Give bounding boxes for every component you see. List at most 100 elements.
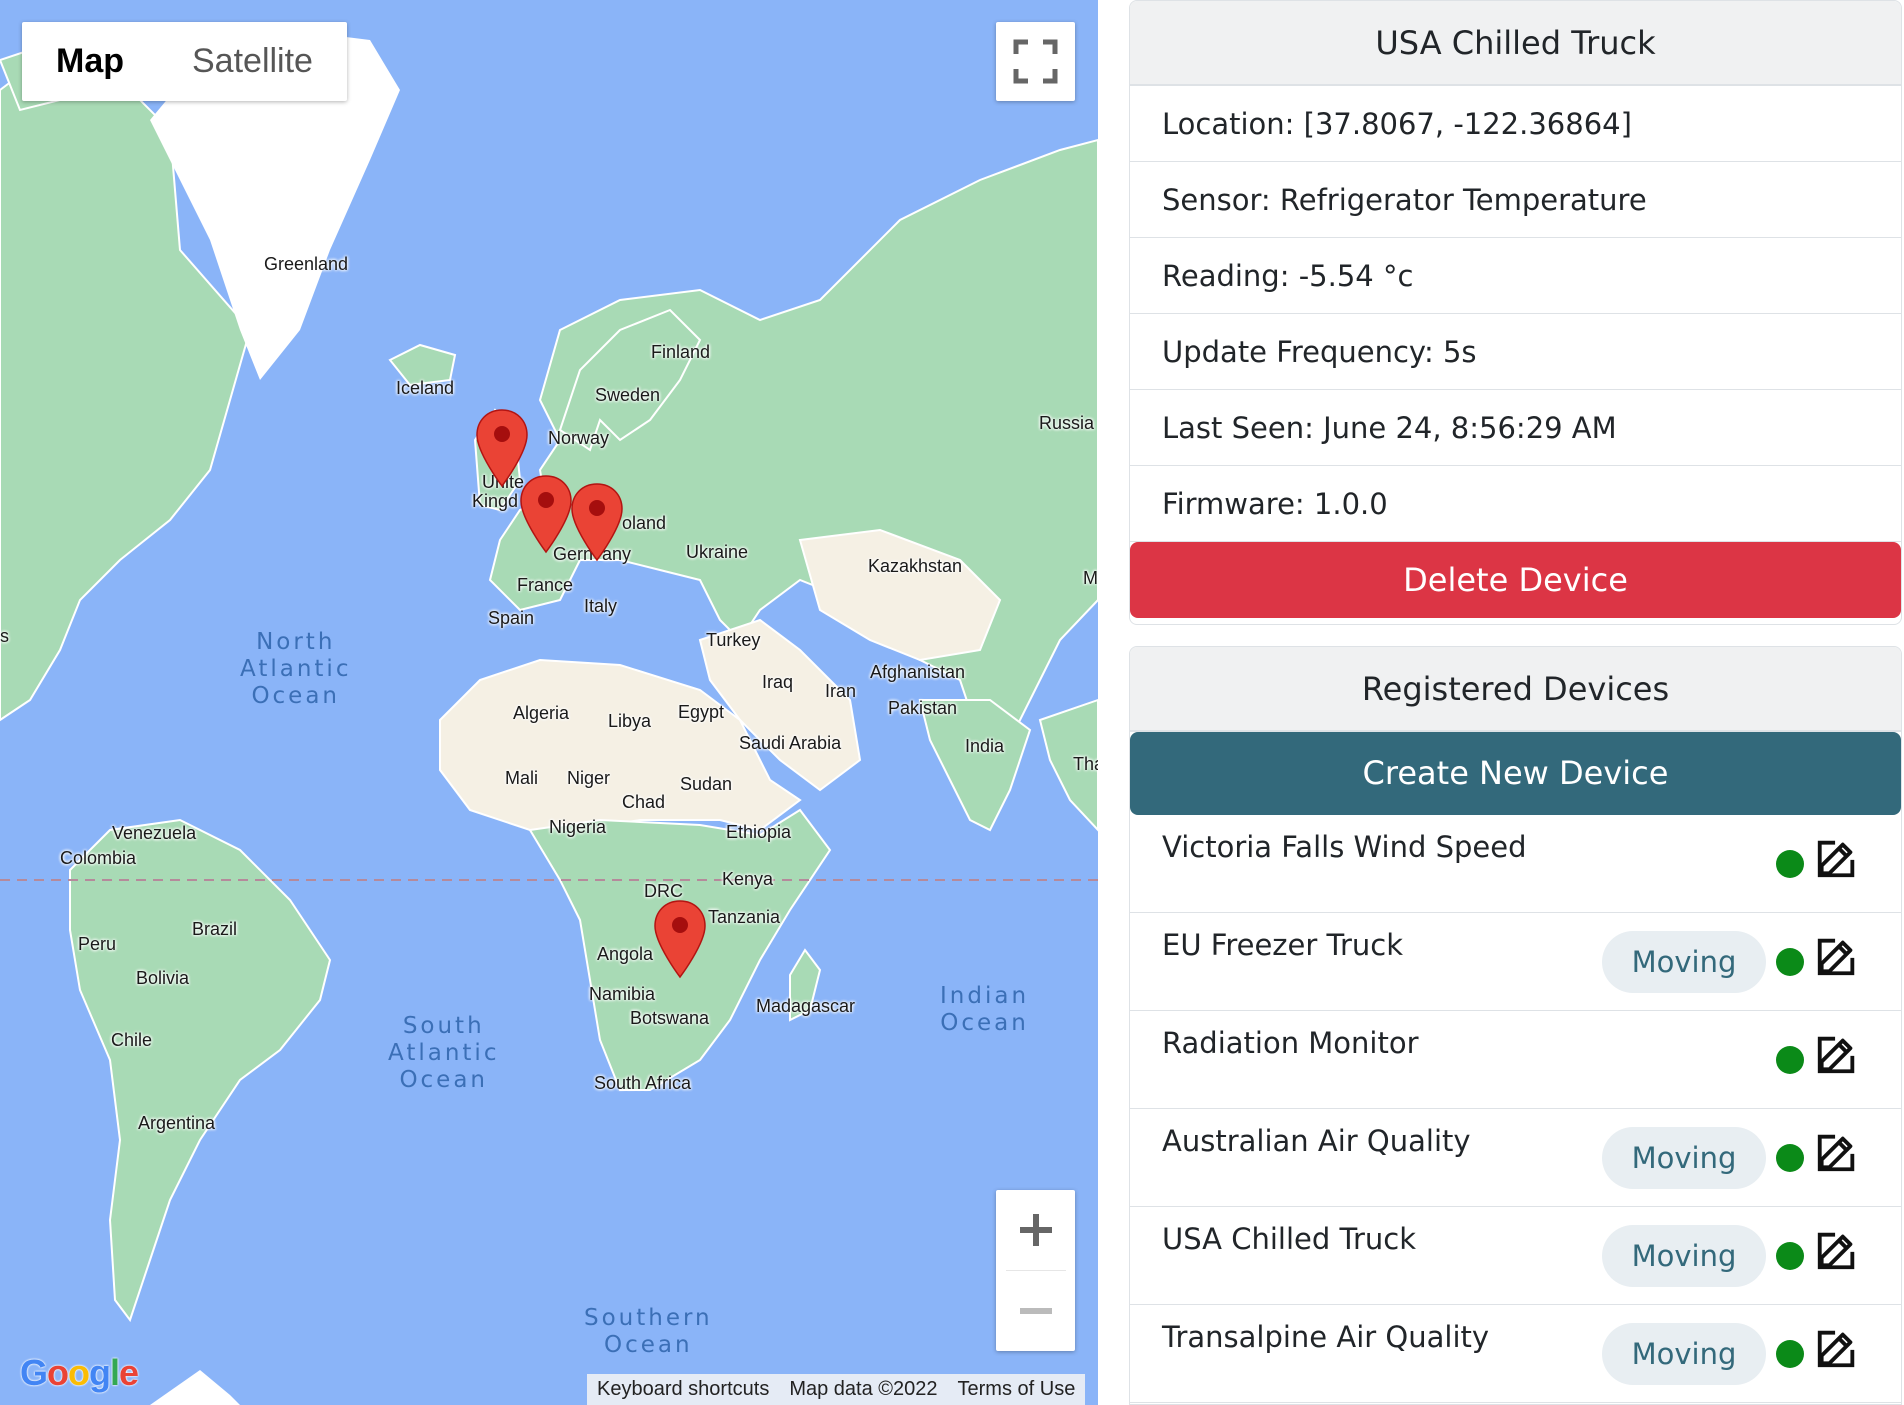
- label-left-cut: s: [0, 626, 9, 646]
- label-angola: Angola: [597, 944, 654, 964]
- plus-icon: [1019, 1214, 1052, 1246]
- device-list-item[interactable]: Radiation Monitor: [1130, 1011, 1901, 1109]
- label-botswana: Botswana: [630, 1008, 710, 1028]
- label-mali: Mali: [505, 768, 539, 788]
- minus-icon: [1019, 1308, 1052, 1314]
- label-kenya: Kenya: [722, 869, 774, 889]
- keyboard-shortcuts-link[interactable]: Keyboard shortcuts: [587, 1374, 779, 1405]
- label-turkey: Turkey: [706, 630, 761, 650]
- label-india: India: [965, 736, 1005, 756]
- edit-icon[interactable]: [1814, 1227, 1860, 1273]
- label-indian-ocean: Indian Ocean: [940, 983, 1030, 1036]
- edit-icon[interactable]: [1814, 1031, 1860, 1077]
- label-nigeria: Nigeria: [549, 817, 607, 837]
- device-list-item[interactable]: USA Chilled Truck Moving: [1130, 1207, 1901, 1305]
- device-list-item[interactable]: EU Freezer Truck Moving: [1130, 913, 1901, 1011]
- label-madagascar: Madagascar: [756, 996, 856, 1016]
- label-bolivia: Bolivia: [136, 968, 190, 988]
- label-finland: Finland: [651, 342, 711, 362]
- label-south-atlantic: South Atlantic Ocean: [388, 1013, 500, 1093]
- label-chad: Chad: [622, 792, 666, 812]
- label-saudi-arabia: Saudi Arabia: [739, 733, 842, 753]
- label-algeria: Algeria: [513, 703, 570, 723]
- status-indicator: [1776, 1242, 1804, 1270]
- label-colombia: Colombia: [60, 848, 137, 868]
- zoom-out-button[interactable]: [996, 1271, 1075, 1351]
- world-map[interactable]: Greenland Iceland Finland Sweden Norway …: [0, 0, 1098, 1405]
- edit-icon[interactable]: [1814, 933, 1860, 979]
- label-poland: oland: [622, 513, 667, 533]
- create-new-device-button[interactable]: Create New Device: [1130, 732, 1901, 815]
- terms-of-use-link[interactable]: Terms of Use: [948, 1374, 1086, 1405]
- label-peru: Peru: [78, 934, 117, 954]
- zoom-control: [996, 1190, 1075, 1351]
- status-indicator: [1776, 850, 1804, 878]
- google-logo[interactable]: Google: [20, 1352, 139, 1394]
- device-name[interactable]: EU Freezer Truck: [1162, 928, 1403, 962]
- device-last-seen: Last Seen: June 24, 8:56:29 AM: [1130, 390, 1901, 466]
- label-thailand-cut: Tha: [1073, 754, 1098, 774]
- device-list-item[interactable]: Transalpine Air Quality Moving: [1130, 1305, 1901, 1403]
- label-kingdom: Kingd: [472, 491, 519, 511]
- delete-device-button[interactable]: Delete Device: [1130, 542, 1901, 618]
- label-iraq: Iraq: [762, 672, 794, 692]
- device-sensor: Sensor: Refrigerator Temperature: [1130, 162, 1901, 238]
- label-norway: Norway: [548, 428, 610, 448]
- device-update-frequency: Update Frequency: 5s: [1130, 314, 1901, 390]
- label-egypt: Egypt: [678, 702, 725, 722]
- device-name[interactable]: Australian Air Quality: [1162, 1124, 1471, 1158]
- status-indicator: [1776, 1046, 1804, 1074]
- label-afghanistan: Afghanistan: [870, 662, 966, 682]
- label-venezuela: Venezuela: [112, 823, 197, 843]
- device-name[interactable]: Radiation Monitor: [1162, 1026, 1419, 1060]
- map-type-satellite-button[interactable]: Satellite: [158, 22, 347, 101]
- label-southern-ocean: Southern Ocean: [584, 1305, 713, 1358]
- label-ethiopia: Ethiopia: [726, 822, 792, 842]
- device-reading: Reading: -5.54 °c: [1130, 238, 1901, 314]
- registered-devices-title: Registered Devices: [1130, 647, 1901, 732]
- fullscreen-button[interactable]: [996, 22, 1075, 101]
- label-mongolia-cut: M: [1083, 568, 1098, 588]
- label-libya: Libya: [608, 711, 652, 731]
- moving-badge: Moving: [1602, 1127, 1766, 1189]
- label-brazil: Brazil: [192, 919, 238, 939]
- label-russia: Russia: [1039, 413, 1095, 433]
- label-ukraine: Ukraine: [686, 542, 749, 562]
- label-iceland: Iceland: [396, 378, 455, 398]
- label-sudan: Sudan: [680, 774, 733, 794]
- edit-icon[interactable]: [1814, 1129, 1860, 1175]
- zoom-in-button[interactable]: [996, 1190, 1075, 1270]
- map-type-control: Map Satellite: [22, 22, 347, 101]
- label-sweden: Sweden: [595, 385, 661, 405]
- device-location: Location: [37.8067, -122.36864]: [1130, 86, 1901, 162]
- moving-badge: Moving: [1602, 1323, 1766, 1385]
- registered-devices-card: Registered Devices Create New Device Vic…: [1129, 646, 1902, 1405]
- label-iran: Iran: [825, 681, 857, 701]
- device-list-item[interactable]: Australian Air Quality Moving: [1130, 1109, 1901, 1207]
- label-argentina: Argentina: [138, 1113, 216, 1133]
- edit-icon[interactable]: [1814, 835, 1860, 881]
- label-spain: Spain: [488, 608, 535, 628]
- label-italy: Italy: [584, 596, 618, 616]
- map-marker-pin[interactable]: [653, 899, 707, 979]
- label-namibia: Namibia: [589, 984, 656, 1004]
- label-greenland: Greenland: [264, 254, 349, 274]
- device-detail-title: USA Chilled Truck: [1130, 1, 1901, 86]
- device-name[interactable]: Transalpine Air Quality: [1162, 1320, 1489, 1354]
- map-type-map-button[interactable]: Map: [22, 22, 158, 101]
- device-list-item[interactable]: Victoria Falls Wind Speed: [1130, 815, 1901, 913]
- edit-icon[interactable]: [1814, 1325, 1860, 1371]
- device-name[interactable]: USA Chilled Truck: [1162, 1222, 1416, 1256]
- fullscreen-icon: [1013, 39, 1058, 84]
- map-marker-pin[interactable]: [570, 482, 624, 562]
- label-tanzania: Tanzania: [708, 907, 781, 927]
- moving-badge: Moving: [1602, 931, 1766, 993]
- status-indicator: [1776, 1340, 1804, 1368]
- map-data-text: Map data ©2022: [789, 1378, 938, 1400]
- label-niger: Niger: [567, 768, 611, 788]
- map-marker-pin[interactable]: [519, 474, 573, 554]
- status-indicator: [1776, 1144, 1804, 1172]
- label-south-africa: South Africa: [594, 1073, 692, 1093]
- device-name[interactable]: Victoria Falls Wind Speed: [1162, 830, 1527, 864]
- moving-badge: Moving: [1602, 1225, 1766, 1287]
